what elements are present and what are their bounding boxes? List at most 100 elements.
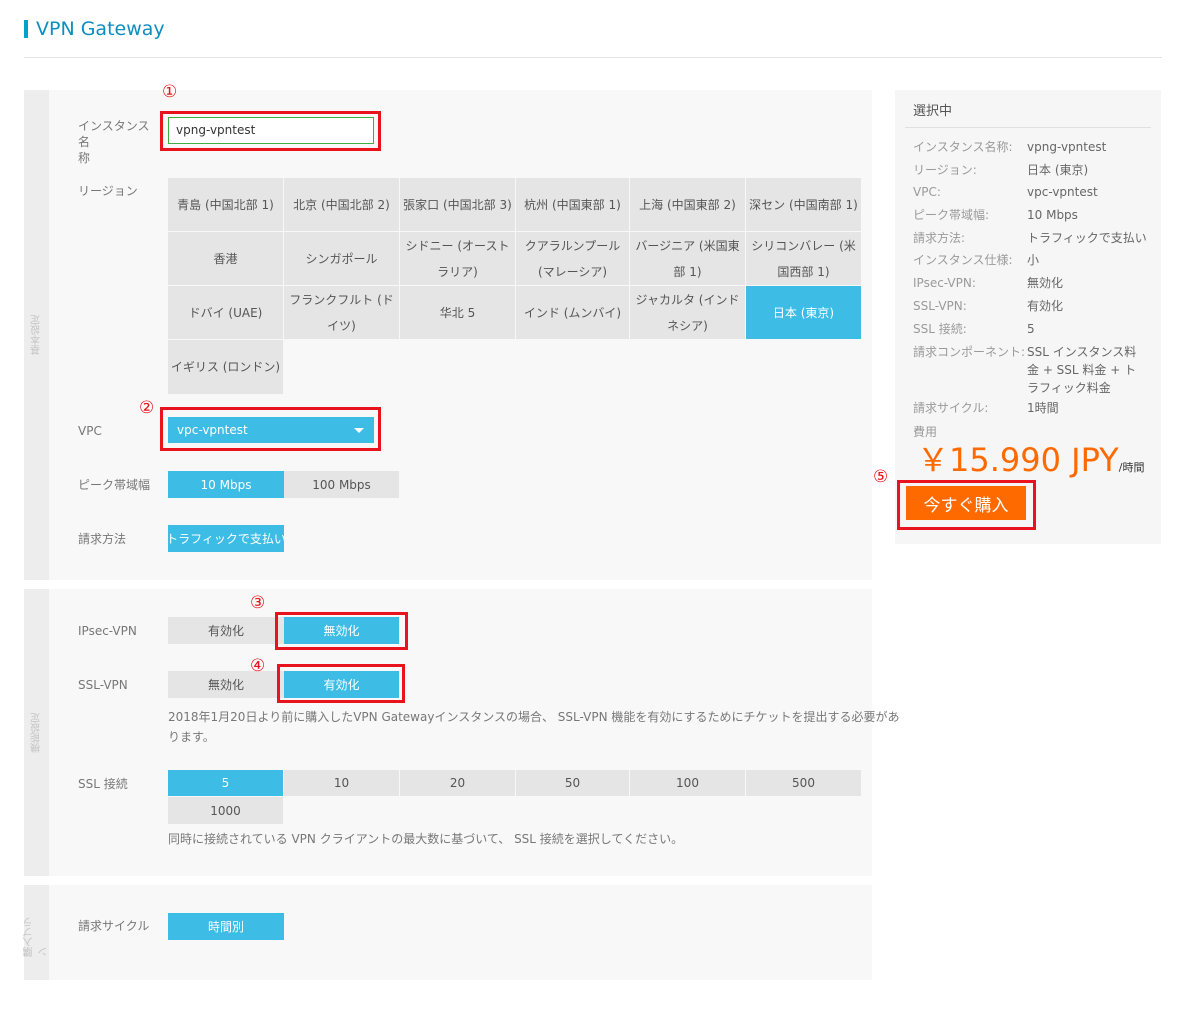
summary-value: 無効化 bbox=[1027, 276, 1064, 290]
ssl-connections-option[interactable]: 1000 bbox=[168, 797, 284, 825]
billing-method-option-selected[interactable]: トラフィックで支払い bbox=[168, 525, 284, 552]
feature-settings-sidebar: 機能設定 bbox=[24, 589, 49, 876]
region-option-selected[interactable]: 日本 (東京) bbox=[746, 286, 862, 340]
region-option[interactable]: インド (ムンバイ) bbox=[516, 286, 630, 340]
bandwidth-option[interactable]: 100 Mbps bbox=[284, 471, 399, 498]
ssl-vpn-note-line1: 2018年1月20日より前に購入したVPN Gatewayインスタンスの場合、 … bbox=[168, 710, 900, 724]
instance-name-label: インスタンス名 称 bbox=[78, 118, 160, 166]
summary-key: ピーク帯域幅: bbox=[913, 208, 990, 222]
ssl-connections-option[interactable]: 10 bbox=[284, 770, 400, 797]
feature-settings-label: 機能設定 bbox=[31, 712, 42, 753]
region-option[interactable]: 杭州 (中国東部 1) bbox=[516, 178, 630, 232]
marker-5: ⑤ bbox=[873, 467, 889, 487]
basic-settings-sidebar: 基本設定 bbox=[24, 90, 49, 580]
ssl-vpn-note: 2018年1月20日より前に購入したVPN Gatewayインスタンスの場合、 … bbox=[168, 707, 900, 747]
region-option[interactable]: シンガポール bbox=[284, 232, 400, 286]
marker-3: ③ bbox=[250, 593, 266, 613]
marker-1: ① bbox=[162, 82, 178, 102]
summary-value: 日本 (東京) bbox=[1027, 162, 1089, 177]
vpc-select-value: vpc-vpntest bbox=[177, 423, 248, 437]
region-grid: 青島 (中国北部 1) 北京 (中国北部 2) 張家口 (中国北部 3) 杭州 … bbox=[168, 178, 862, 395]
region-option[interactable]: ジャカルタ (インドネシア) bbox=[630, 286, 746, 340]
summary-key: SSL 接続: bbox=[913, 322, 967, 336]
instance-name-input[interactable]: vpng-vpntest bbox=[168, 117, 374, 144]
summary-key: 請求コンポーネント: bbox=[913, 345, 1026, 359]
vpc-select[interactable]: vpc-vpntest bbox=[168, 417, 374, 443]
region-option[interactable]: バージニア (米国東部 1) bbox=[630, 232, 746, 286]
summary-divider bbox=[905, 127, 1151, 128]
ssl-connections-option-selected[interactable]: 5 bbox=[168, 770, 284, 797]
ssl-connections-note: 同時に接続されている VPN クライアントの最大数に基づいて、 SSL 接続を選… bbox=[168, 832, 684, 846]
purchase-plan-label: 購入プラン bbox=[23, 916, 50, 957]
ssl-vpn-note-line2: ります。 bbox=[168, 730, 215, 744]
summary-key: リージョン: bbox=[913, 162, 977, 177]
summary-value: 小 bbox=[1027, 253, 1040, 267]
ssl-connections-option[interactable]: 100 bbox=[630, 770, 746, 797]
summary-key: インスタンス名称: bbox=[913, 140, 1013, 154]
region-option[interactable]: イギリス (ロンドン) bbox=[168, 340, 284, 395]
instance-name-label-line2: 称 bbox=[78, 151, 91, 165]
summary-key: VPC: bbox=[913, 185, 941, 199]
vpc-label: VPC bbox=[78, 424, 102, 438]
price-display: ￥15.990 JPY/時間 bbox=[917, 442, 1144, 478]
summary-key: IPsec-VPN: bbox=[913, 276, 976, 290]
instance-name-label-line1: インスタンス名 bbox=[78, 119, 150, 149]
billing-method-label: 請求方法 bbox=[78, 532, 127, 546]
ssl-connections-option[interactable]: 50 bbox=[516, 770, 630, 797]
summary-key: 請求方法: bbox=[913, 231, 966, 245]
ssl-connections-label: SSL 接続 bbox=[78, 777, 128, 791]
ssl-vpn-option-selected[interactable]: 有効化 bbox=[284, 671, 399, 698]
summary-value: SSL インスタンス料 bbox=[1027, 345, 1137, 359]
summary-key: 請求サイクル: bbox=[913, 401, 989, 415]
fee-label: 費用 bbox=[913, 425, 938, 439]
summary-value: ラフィック料金 bbox=[1027, 381, 1111, 395]
marker-4: ④ bbox=[250, 656, 266, 676]
region-option[interactable]: クアラルンプール (マレーシア) bbox=[516, 232, 630, 286]
region-option[interactable]: シリコンバレー (米国西部 1) bbox=[746, 232, 862, 286]
header-divider bbox=[24, 57, 1162, 58]
summary-value: 有効化 bbox=[1027, 299, 1064, 313]
ipsec-label: IPsec-VPN bbox=[78, 624, 137, 638]
page-title: VPN Gateway bbox=[36, 18, 165, 40]
price-unit: /時間 bbox=[1118, 461, 1145, 474]
region-option[interactable]: ドバイ (UAE) bbox=[168, 286, 284, 340]
ssl-vpn-label: SSL-VPN bbox=[78, 678, 128, 692]
chevron-down-icon bbox=[354, 428, 364, 433]
summary-value: 5 bbox=[1027, 322, 1035, 336]
region-option[interactable]: 張家口 (中国北部 3) bbox=[400, 178, 516, 232]
billing-cycle-label: 請求サイクル bbox=[78, 919, 150, 933]
price-value: ￥15.990 JPY bbox=[917, 441, 1119, 479]
summary-value: 1時間 bbox=[1027, 401, 1059, 415]
billing-cycle-option-selected[interactable]: 時間別 bbox=[168, 913, 284, 940]
summary-value: vpng-vpntest bbox=[1027, 140, 1107, 154]
ssl-connections-option[interactable]: 500 bbox=[746, 770, 862, 797]
ipsec-option-selected[interactable]: 無効化 bbox=[284, 617, 399, 644]
summary-value: トラフィックで支払い bbox=[1027, 231, 1147, 245]
summary-value: vpc-vpntest bbox=[1027, 185, 1098, 199]
ipsec-option[interactable]: 有効化 bbox=[168, 617, 284, 644]
basic-settings-label: 基本設定 bbox=[31, 315, 42, 355]
marker-2: ② bbox=[139, 398, 155, 418]
region-option[interactable]: シドニー (オーストラリア) bbox=[400, 232, 516, 286]
summary-value: 金 + SSL 料金 + ト bbox=[1027, 363, 1137, 377]
region-option[interactable]: フランクフルト (ドイツ) bbox=[284, 286, 400, 340]
buy-now-button[interactable]: 今すぐ購入 bbox=[906, 486, 1026, 520]
bandwidth-label: ピーク帯域幅 bbox=[78, 478, 151, 492]
ssl-vpn-option[interactable]: 無効化 bbox=[168, 671, 284, 698]
summary-heading: 選択中 bbox=[913, 104, 953, 119]
region-option[interactable]: 青島 (中国北部 1) bbox=[168, 178, 284, 232]
title-accent-bar bbox=[24, 20, 28, 38]
region-option[interactable]: 华北 5 bbox=[400, 286, 516, 340]
region-option[interactable]: 上海 (中国東部 2) bbox=[630, 178, 746, 232]
purchase-plan-sidebar: 購入プラン bbox=[23, 885, 50, 980]
summary-value: 10 Mbps bbox=[1027, 208, 1078, 222]
ssl-connections-option[interactable]: 20 bbox=[400, 770, 516, 797]
region-option[interactable]: 香港 bbox=[168, 232, 284, 286]
purchase-plan-section bbox=[24, 885, 872, 980]
bandwidth-option-selected[interactable]: 10 Mbps bbox=[168, 471, 284, 498]
summary-key: インスタンス仕様: bbox=[913, 253, 1013, 267]
region-option[interactable]: 北京 (中国北部 2) bbox=[284, 178, 400, 232]
region-option[interactable]: 深セン (中国南部 1) bbox=[746, 178, 862, 232]
region-label: リージョン bbox=[78, 184, 138, 198]
summary-key: SSL-VPN: bbox=[913, 299, 967, 313]
